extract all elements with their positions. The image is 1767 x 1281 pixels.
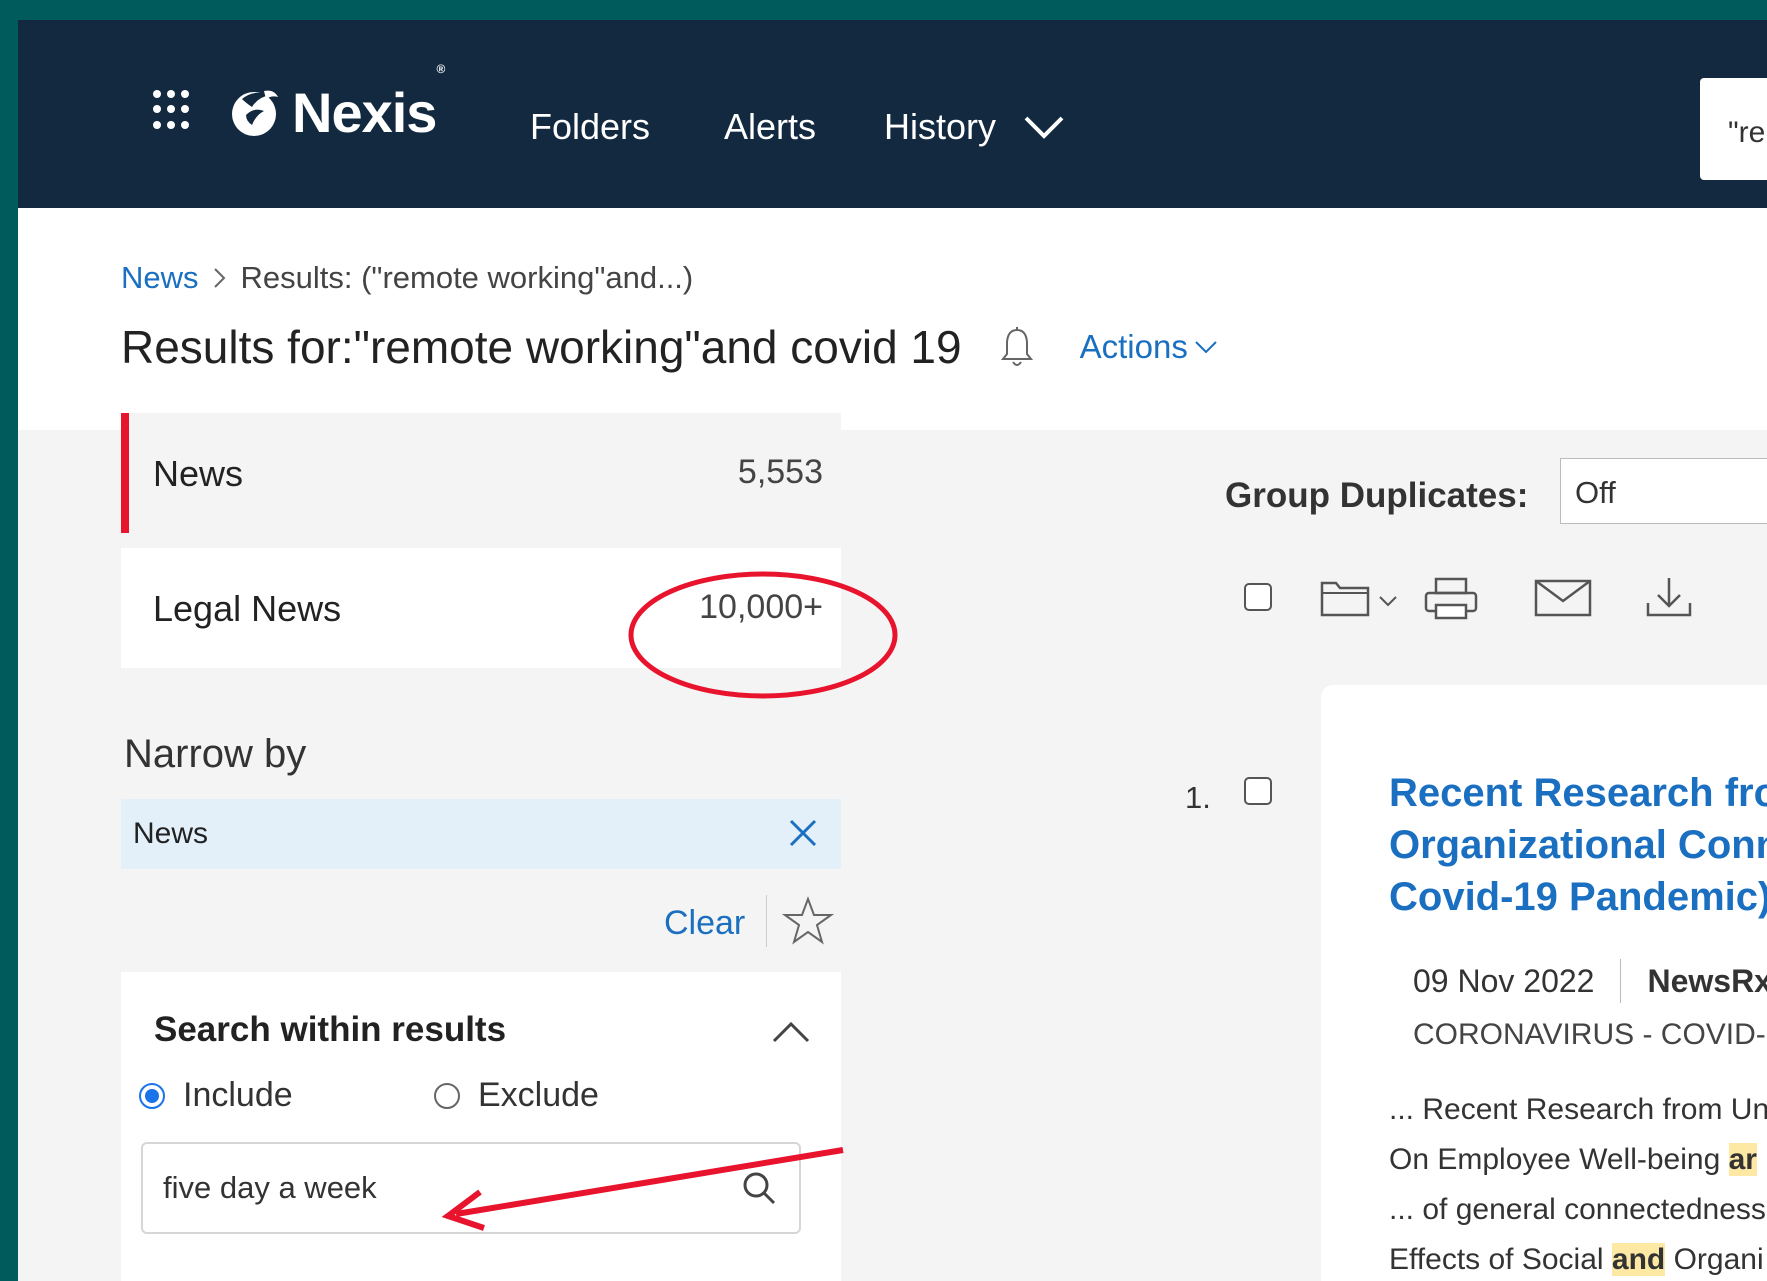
search-within-results-panel: Search within results Include Exclude fi… [121, 972, 841, 1281]
chevron-down-icon [1024, 116, 1064, 139]
group-duplicates-label: Group Duplicates: [1225, 476, 1529, 515]
category-legal-news[interactable]: Legal News 10,000+ [121, 548, 841, 668]
clear-filters-link[interactable]: Clear [664, 904, 745, 943]
exclude-radio-option[interactable]: Exclude [434, 1076, 599, 1115]
breadcrumb-current: Results: ("remote working"and...) [240, 260, 694, 295]
email-icon[interactable] [1532, 575, 1594, 619]
actions-label: Actions [1079, 328, 1188, 365]
folder-icon[interactable] [1318, 575, 1418, 619]
nav-alerts[interactable]: Alerts [724, 106, 816, 148]
group-duplicates-value: Off [1575, 475, 1616, 510]
result-card: Recent Research fron Organizational Conn… [1321, 685, 1767, 1281]
divider [1620, 959, 1622, 1003]
result-meta: 09 Nov 2022 NewsRx [1413, 959, 1767, 1003]
group-duplicates-select[interactable]: Off [1560, 458, 1767, 524]
search-within-input[interactable]: five day a week [141, 1142, 801, 1234]
global-search-input[interactable]: "rem [1700, 78, 1767, 180]
result-topic: CORONAVIRUS - COVID- [1413, 1018, 1766, 1051]
nav-folders[interactable]: Folders [530, 106, 650, 148]
result-source: NewsRx [1647, 962, 1767, 999]
snippet-line: Effects of Social and Organi [1389, 1243, 1764, 1276]
search-icon[interactable] [741, 1170, 777, 1206]
snippet-highlight: ar [1728, 1143, 1757, 1176]
results-header: News Results: ("remote working"and...) R… [18, 208, 1767, 430]
include-radio[interactable] [139, 1082, 165, 1109]
narrow-by-heading: Narrow by [124, 732, 307, 776]
download-icon[interactable] [1644, 575, 1694, 621]
page-title: Results for:"remote working"and covid 19… [121, 320, 1218, 374]
page-title-text: Results for:"remote working"and covid 19 [121, 321, 962, 373]
nexis-logo[interactable]: Nexis® [228, 61, 445, 144]
result-title-line: Organizational Conn [1389, 823, 1767, 867]
result-title-line: Recent Research fron [1389, 771, 1767, 815]
exclude-radio[interactable] [434, 1082, 460, 1109]
active-filter-chip: News [121, 799, 841, 869]
browser-frame: Nexis® Folders Alerts History "rem News … [18, 20, 1767, 1281]
result-snippet: ... Recent Research from Un On Employee … [1389, 1085, 1767, 1281]
select-all-checkbox[interactable] [1244, 583, 1272, 611]
bell-icon[interactable] [1000, 326, 1034, 368]
search-within-title: Search within results [154, 1010, 507, 1049]
app-grid-icon[interactable] [153, 90, 193, 130]
divider [766, 895, 767, 947]
nexis-logo-mark-icon [232, 90, 278, 136]
category-news-label: News [153, 453, 244, 494]
result-checkbox[interactable] [1244, 777, 1272, 805]
chevron-up-icon[interactable] [771, 1020, 811, 1044]
breadcrumb: News Results: ("remote working"and...) [121, 260, 693, 296]
breadcrumb-news-link[interactable]: News [121, 260, 199, 296]
global-search-value: "rem [1728, 116, 1767, 149]
snippet-highlight: and [1611, 1243, 1666, 1276]
include-label: Include [183, 1076, 293, 1114]
actions-dropdown[interactable]: Actions [1080, 328, 1218, 366]
exclude-label: Exclude [478, 1076, 599, 1114]
search-within-value: five day a week [163, 1170, 377, 1205]
filter-chip-label: News [133, 817, 209, 850]
nav-history[interactable]: History [884, 106, 1066, 148]
top-navigation-bar: Nexis® Folders Alerts History "rem [18, 20, 1767, 208]
chevron-down-icon [1195, 341, 1217, 354]
nav-history-label: History [884, 106, 997, 147]
category-legal-news-count: 10,000+ [699, 588, 823, 626]
print-icon[interactable] [1422, 575, 1482, 621]
chevron-right-icon [213, 268, 225, 288]
snippet-line: On Employee Well-being ar [1389, 1143, 1757, 1176]
close-icon[interactable] [787, 817, 819, 849]
category-news-count: 5,553 [737, 453, 823, 491]
include-radio-option[interactable]: Include [139, 1076, 293, 1115]
result-date: 09 Nov 2022 [1413, 962, 1595, 999]
result-number: 1. [1185, 780, 1211, 815]
brand-name: Nexis® [292, 61, 445, 144]
star-icon[interactable] [782, 896, 834, 946]
category-news[interactable]: News 5,553 [121, 413, 841, 533]
result-title-line: Covid-19 Pandemic) [1389, 875, 1767, 919]
snippet-line: ... Recent Research from Un [1389, 1093, 1767, 1126]
category-legal-news-label: Legal News [153, 588, 342, 629]
snippet-line: ... of general connectedness [1389, 1193, 1766, 1226]
result-title-link[interactable]: Recent Research fron Organizational Conn… [1389, 767, 1767, 923]
